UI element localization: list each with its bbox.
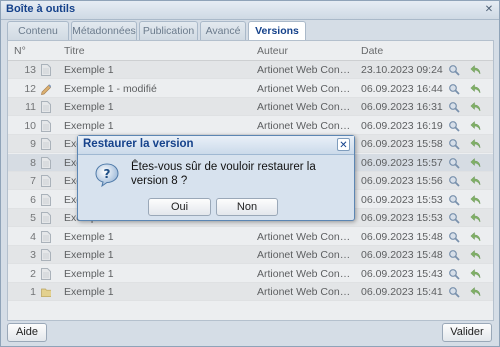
question-icon: ? xyxy=(95,163,119,188)
tab-metadonnees[interactable]: Métadonnées xyxy=(71,21,137,40)
toolbox-window: Boîte à outils ✕ Contenu Métadonnées Pub… xyxy=(0,0,500,347)
validate-button[interactable]: Valider xyxy=(442,323,492,342)
window-titlebar: Boîte à outils ✕ xyxy=(1,1,499,20)
dialog-titlebar: Restaurer la version ✕ xyxy=(78,136,354,155)
restore-confirm-dialog: Restaurer la version ✕ ? Êtes-vous sûr d… xyxy=(77,135,355,221)
dialog-close-icon[interactable]: ✕ xyxy=(337,138,350,151)
tab-publication[interactable]: Publication xyxy=(139,21,198,40)
window-title: Boîte à outils xyxy=(6,3,76,15)
tab-bar: Contenu Métadonnées Publication Avancé V… xyxy=(7,21,495,41)
tab-versions[interactable]: Versions xyxy=(248,21,306,41)
no-button[interactable]: Non xyxy=(216,198,278,216)
yes-button[interactable]: Oui xyxy=(148,198,211,216)
dialog-message: Êtes-vous sûr de vouloir restaurer la ve… xyxy=(131,161,316,187)
footer-bar: Aide Valider xyxy=(1,322,499,346)
tab-contenu[interactable]: Contenu xyxy=(7,21,69,40)
close-icon[interactable]: ✕ xyxy=(483,4,495,16)
dialog-title: Restaurer la version xyxy=(83,138,194,150)
tab-avance[interactable]: Avancé xyxy=(200,21,246,40)
help-button[interactable]: Aide xyxy=(7,323,47,342)
svg-text:?: ? xyxy=(104,167,111,181)
